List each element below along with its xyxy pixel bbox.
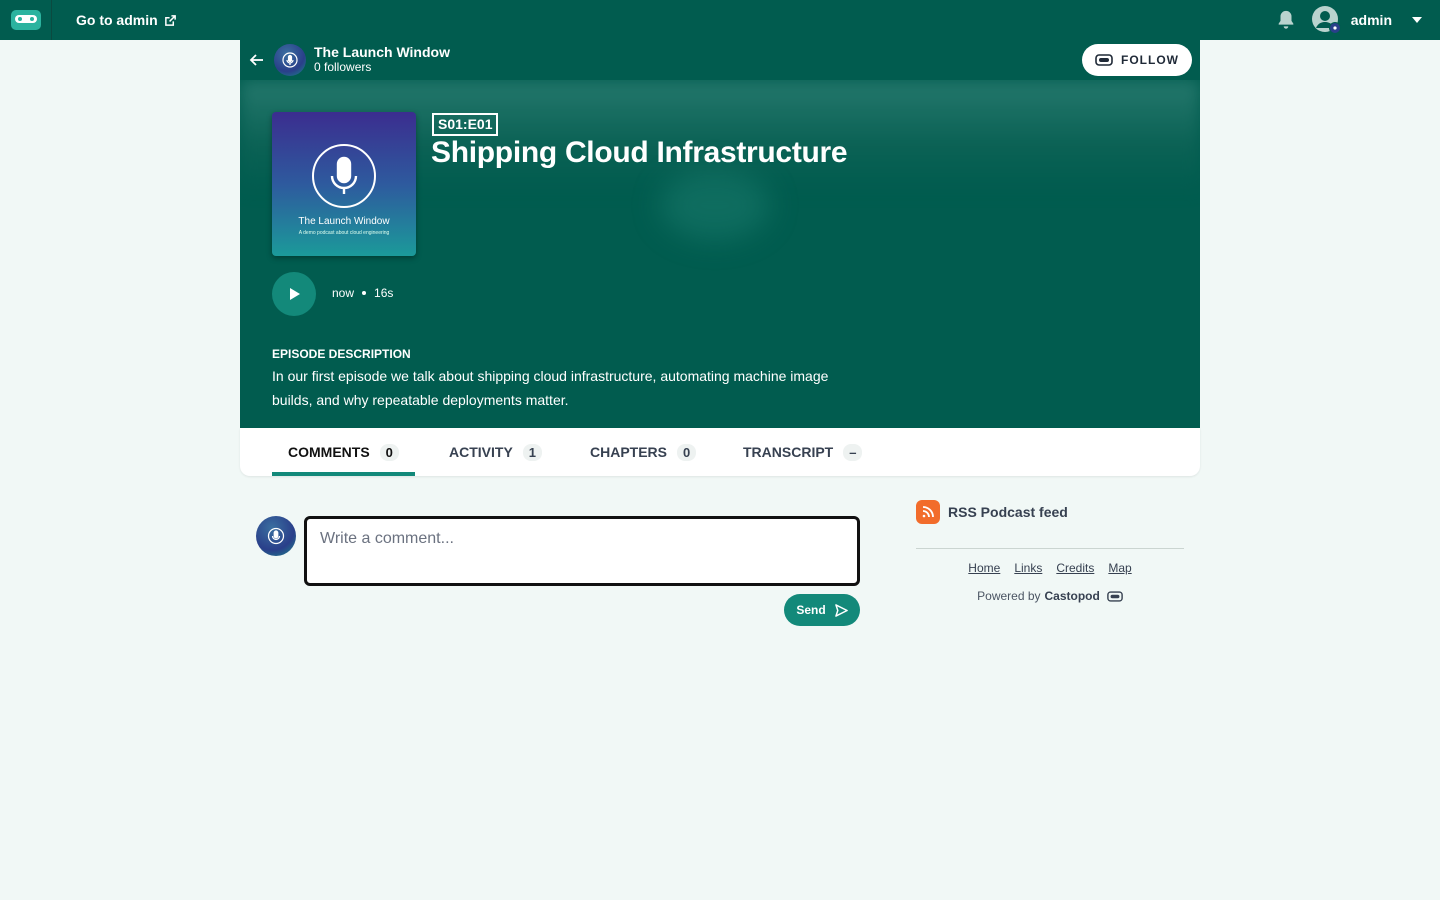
cover-title: The Launch Window [298,216,390,227]
send-label: Send [796,603,826,617]
tab-transcript[interactable]: TRANSCRIPT – [743,428,863,476]
tab-label: ACTIVITY [449,444,513,460]
footer-link-links[interactable]: Links [1014,561,1042,575]
tab-count: 0 [677,443,697,461]
tab-count: 0 [379,443,399,461]
castopod-link[interactable]: Castopod [1045,589,1100,603]
castopod-logo-icon [10,10,41,30]
followers-count: 0 followers [314,60,372,74]
episode-number-badge: S01:E01 [432,113,499,136]
send-icon [834,603,848,617]
tab-label: COMMENTS [288,444,370,460]
footer-link-map[interactable]: Map [1108,561,1131,575]
tab-chapters[interactable]: CHAPTERS 0 [590,428,697,476]
tab-label: TRANSCRIPT [743,444,834,460]
podcast-header: The Launch Window 0 followers FOLLOW [240,40,1200,80]
separator-dot [362,291,367,295]
play-button[interactable] [272,272,316,316]
username-label: admin [1350,12,1392,28]
microphone-icon [267,527,285,545]
go-to-admin-label: Go to admin [76,12,158,28]
podcast-meta: The Launch Window 0 followers [314,45,450,75]
castopod-logo-icon [1095,54,1113,66]
divider [916,548,1184,549]
hero-glow [660,170,770,240]
caret-down-icon [1412,17,1422,23]
bell-icon[interactable] [1275,9,1297,31]
episode-title: Shipping Cloud Infrastructure [431,136,848,169]
powered-by: Powered by Castopod [916,589,1184,603]
microphone-icon [312,144,376,208]
send-button[interactable]: Send [784,594,860,626]
user-menu[interactable]: admin [1311,5,1422,35]
podcast-title[interactable]: The Launch Window [314,45,450,60]
published-time: now [332,286,355,300]
podcast-avatar[interactable] [274,44,306,76]
footer-links: Home Links Credits Map [916,561,1184,575]
footer-link-credits[interactable]: Credits [1056,561,1094,575]
episode-hero: The Launch Window A demo podcast about c… [240,80,1200,428]
avatar [256,516,296,556]
episode-duration: 16s [374,286,394,300]
castopod-logo[interactable] [0,0,52,40]
microphone-icon [282,52,298,68]
episode-meta: now 16s [332,286,393,300]
back-button[interactable] [240,52,274,68]
description-label: EPISODE DESCRIPTION [272,347,411,361]
footer-link-home[interactable]: Home [968,561,1000,575]
follow-label: FOLLOW [1121,53,1179,67]
castopod-logo-icon [1107,590,1123,602]
tab-count: 1 [522,443,543,461]
tab-count: – [843,443,863,461]
play-icon [290,288,300,300]
episode-description: In our first episode we talk about shipp… [272,368,829,408]
rss-label: RSS Podcast feed [948,504,1068,520]
admin-topbar: Go to admin admin [0,0,1440,40]
follow-button[interactable]: FOLLOW [1082,44,1192,76]
tab-activity[interactable]: ACTIVITY 1 [449,428,543,476]
comment-input[interactable] [304,516,860,586]
go-to-admin-link[interactable]: Go to admin [76,12,177,28]
rss-feed-link[interactable]: RSS Podcast feed [916,500,1068,524]
episode-tabs: COMMENTS 0 ACTIVITY 1 CHAPTERS 0 TRANSCR… [240,428,1200,476]
tab-comments[interactable]: COMMENTS 0 [272,428,415,476]
cover-subtitle: A demo podcast about cloud engineering [298,230,390,236]
arrow-left-icon [249,54,263,66]
external-link-icon [164,14,176,26]
episode-cover: The Launch Window A demo podcast about c… [272,112,416,256]
rss-icon [916,500,940,524]
podcast-mini-icon [1328,22,1341,34]
powered-by-label: Powered by [977,589,1041,603]
avatar [1311,5,1341,35]
tab-label: CHAPTERS [590,444,668,460]
